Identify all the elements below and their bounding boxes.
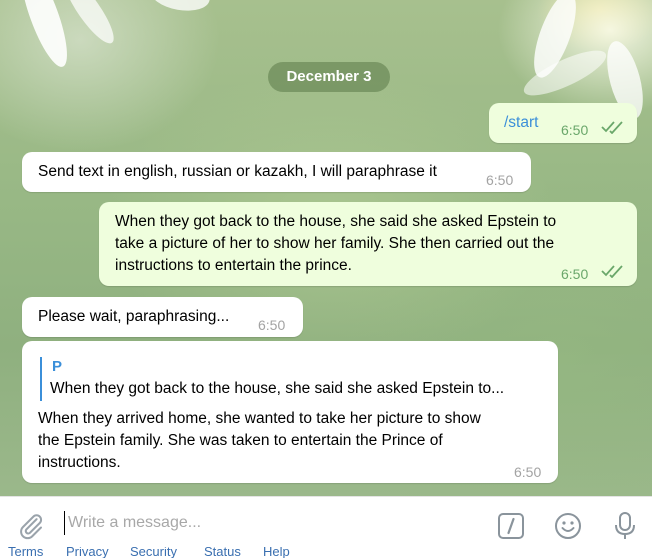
footer-link-privacy[interactable]: Privacy: [66, 547, 109, 558]
double-check-icon: [601, 265, 623, 278]
footer-link-security[interactable]: Security: [130, 547, 177, 558]
reply-quote-bar: [40, 357, 42, 401]
reply-author[interactable]: P: [52, 356, 62, 378]
double-check-icon: [601, 121, 623, 134]
command-icon[interactable]: [497, 512, 525, 540]
microphone-icon[interactable]: [610, 510, 640, 542]
message-line: take a picture of her to show her family…: [115, 235, 555, 252]
chat-background: December 3 /start 6:50 Send text in engl…: [0, 0, 652, 496]
message-input[interactable]: [64, 510, 478, 536]
daisy-petal-decoration: [12, 0, 76, 72]
footer-link-help[interactable]: Help: [263, 547, 290, 558]
reply-quote-text[interactable]: When they got back to the house, she sai…: [50, 378, 504, 400]
message-outgoing[interactable]: /start 6:50: [489, 103, 637, 143]
message-line: instructions to entertain the prince.: [115, 257, 352, 274]
message-text: Send text in english, russian or kazakh,…: [38, 163, 437, 180]
bot-command-link[interactable]: /start: [504, 112, 538, 134]
message-time: 6:50: [514, 464, 542, 480]
message-line: When they arrived home, she wanted to ta…: [38, 410, 481, 427]
message-line: instructions.: [38, 454, 121, 471]
daisy-petal-decoration: [57, 0, 121, 50]
footer-link-terms[interactable]: Terms: [8, 547, 43, 558]
emoji-icon[interactable]: [553, 511, 583, 541]
message-time: 6:50: [561, 266, 589, 282]
message-text: Please wait, paraphrasing...: [38, 308, 230, 325]
message-text: When they got back to the house, she sai…: [115, 211, 556, 277]
message-incoming-reply[interactable]: P When they got back to the house, she s…: [22, 341, 558, 483]
paperclip-icon[interactable]: [16, 511, 46, 541]
message-incoming[interactable]: Send text in english, russian or kazakh,…: [22, 152, 531, 192]
message-outgoing[interactable]: When they got back to the house, she sai…: [99, 202, 637, 286]
footer-links: Terms Privacy Security Status Help: [0, 547, 652, 558]
message-text: When they arrived home, she wanted to ta…: [38, 408, 481, 474]
message-time: 6:50: [561, 122, 589, 138]
daisy-petal-decoration: [147, 0, 213, 15]
message-line: the Epstein family. She was taken to ent…: [38, 432, 443, 449]
message-incoming[interactable]: Please wait, paraphrasing... 6:50: [22, 297, 303, 337]
footer-link-status[interactable]: Status: [204, 547, 241, 558]
message-time: 6:50: [258, 317, 286, 333]
daisy-petal-decoration: [518, 42, 612, 104]
message-line: When they got back to the house, she sai…: [115, 213, 557, 230]
date-separator: December 3: [268, 62, 390, 92]
message-time: 6:50: [486, 172, 514, 188]
